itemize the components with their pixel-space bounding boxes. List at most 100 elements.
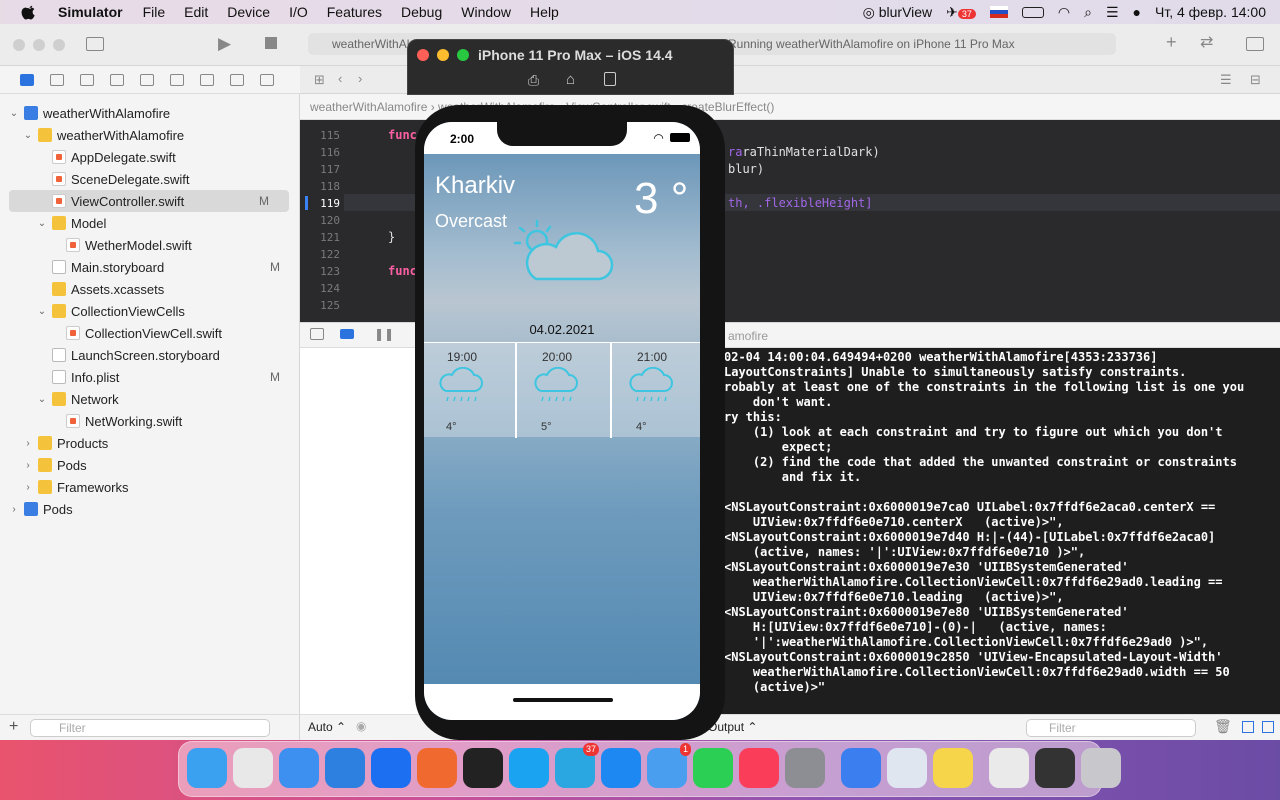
safari-icon[interactable]: [279, 748, 319, 788]
finder-icon[interactable]: [187, 748, 227, 788]
debug-navigator-icon[interactable]: [200, 73, 214, 86]
menu-edit[interactable]: Edit: [184, 4, 208, 20]
disclosure-chevron-icon[interactable]: ⌄: [36, 306, 48, 317]
wifi-icon[interactable]: ◠: [1058, 4, 1070, 21]
navigator-row[interactable]: ⌄ weatherWithAlamofire: [0, 124, 300, 146]
close-window-button[interactable]: [13, 39, 25, 51]
terminal-icon[interactable]: [463, 748, 503, 788]
navigator-row[interactable]: WetherModel.swift: [0, 234, 300, 256]
menu-device[interactable]: Device: [227, 4, 270, 20]
split-right-icon[interactable]: [1262, 721, 1274, 733]
menubar-clock[interactable]: Чт, 4 февр. 14:00: [1155, 4, 1266, 20]
pencil-app-icon[interactable]: [417, 748, 457, 788]
find-navigator-icon[interactable]: [110, 73, 124, 86]
hourly-cell[interactable]: 20:00 5°: [519, 343, 612, 438]
hourly-cell[interactable]: 21:00 4°: [614, 343, 700, 438]
skype-icon[interactable]: [509, 748, 549, 788]
run-icon[interactable]: ▶: [218, 34, 231, 54]
sim-zoom-button[interactable]: [457, 49, 469, 61]
sim-close-button[interactable]: [417, 49, 429, 61]
menu-debug[interactable]: Debug: [401, 4, 442, 20]
trash-console-icon[interactable]: 🗑: [1214, 718, 1232, 735]
disclosure-chevron-icon[interactable]: ⌄: [36, 218, 48, 229]
code-review-icon[interactable]: ⇄: [1200, 32, 1213, 52]
back-icon[interactable]: ‹: [338, 71, 342, 86]
pause-icon[interactable]: ❚❚: [374, 327, 394, 341]
app-store-icon[interactable]: [601, 748, 641, 788]
zoom-window-button[interactable]: [53, 39, 65, 51]
launchpad-icon[interactable]: [233, 748, 273, 788]
device-screen[interactable]: 2:00 ◠ Kharkiv Overcast 3 ° 04.02.2021 1…: [424, 122, 700, 720]
navigator-row[interactable]: Assets.xcassets: [0, 278, 300, 300]
home-indicator[interactable]: [513, 698, 613, 702]
apple-icon[interactable]: [20, 3, 38, 21]
navigator-row[interactable]: ⌄ Model: [0, 212, 300, 234]
music-icon[interactable]: [739, 748, 779, 788]
facetime-icon[interactable]: [693, 748, 733, 788]
sim-minimize-button[interactable]: [437, 49, 449, 61]
breakpoints-toggle-icon[interactable]: [340, 329, 354, 339]
battery-icon[interactable]: [1021, 6, 1044, 18]
breakpoint-navigator-icon[interactable]: [230, 73, 244, 86]
disclosure-chevron-icon[interactable]: ›: [22, 438, 34, 449]
navigator-row[interactable]: Main.storyboard M: [0, 256, 300, 278]
window-thumb2-icon[interactable]: [1035, 748, 1075, 788]
disclosure-chevron-icon[interactable]: ⌄: [22, 130, 34, 141]
eye-icon[interactable]: ◉: [356, 719, 366, 733]
issue-navigator-icon[interactable]: [140, 73, 154, 86]
hide-debug-area-icon[interactable]: [310, 328, 324, 340]
notes-icon[interactable]: [933, 748, 973, 788]
editor-options-icon[interactable]: ☰: [1220, 72, 1232, 88]
menu-help[interactable]: Help: [530, 4, 559, 20]
auto-scope-select[interactable]: Auto ⌃: [308, 720, 346, 734]
menu-features[interactable]: Features: [327, 4, 382, 20]
trash-icon[interactable]: [1081, 748, 1121, 788]
forward-icon[interactable]: ›: [358, 71, 362, 86]
library-plus-icon[interactable]: +: [1166, 32, 1177, 53]
test-navigator-icon[interactable]: [170, 73, 184, 86]
navigator-row[interactable]: › Pods: [0, 454, 300, 476]
maps-pin-icon[interactable]: [371, 748, 411, 788]
symbol-navigator-icon[interactable]: [80, 73, 94, 86]
spotlight-icon[interactable]: ⌕: [1084, 4, 1092, 21]
sidebar-toggle-icon[interactable]: [86, 37, 104, 51]
hourly-forecast-collection[interactable]: 19:00 4° 20:00 5° 21:00 4°: [424, 342, 700, 438]
screenshot-icon[interactable]: ⎙: [528, 72, 539, 89]
navigator-row[interactable]: AppDelegate.swift: [0, 146, 300, 168]
window-thumb-icon[interactable]: [989, 748, 1029, 788]
siri-icon[interactable]: ●: [1133, 4, 1141, 20]
menu-app-name[interactable]: Simulator: [58, 4, 123, 20]
navigator-row[interactable]: Info.plist M: [0, 366, 300, 388]
grid-icon[interactable]: ⊞: [314, 72, 325, 88]
navigator-row[interactable]: ⌄ CollectionViewCells: [0, 300, 300, 322]
disclosure-chevron-icon[interactable]: ›: [8, 504, 20, 515]
rotate-icon[interactable]: [604, 72, 616, 86]
hourly-cell[interactable]: 19:00 4°: [424, 343, 517, 438]
inspector-toggle-icon[interactable]: [1246, 37, 1264, 51]
home-icon[interactable]: ⌂: [566, 71, 575, 88]
navigator-row[interactable]: ⌄ weatherWithAlamofire: [0, 102, 300, 124]
preview-icon[interactable]: [887, 748, 927, 788]
disclosure-chevron-icon[interactable]: ›: [22, 460, 34, 471]
mail-icon[interactable]: 1: [647, 743, 691, 788]
source-control-icon[interactable]: [50, 73, 64, 86]
simulator-icon[interactable]: [841, 748, 881, 788]
navigator-row[interactable]: CollectionViewCell.swift: [0, 322, 300, 344]
telegram-status-icon[interactable]: ✈ 37: [946, 4, 976, 21]
minimize-window-button[interactable]: [33, 39, 45, 51]
navigator-filter-input[interactable]: Filter: [30, 719, 270, 737]
control-center-icon[interactable]: ☰: [1106, 4, 1119, 21]
navigator-row[interactable]: LaunchScreen.storyboard: [0, 344, 300, 366]
disclosure-chevron-icon[interactable]: ⌄: [36, 394, 48, 405]
navigator-row[interactable]: NetWorking.swift: [0, 410, 300, 432]
split-left-icon[interactable]: [1242, 721, 1254, 733]
menu-window[interactable]: Window: [461, 4, 511, 20]
status-app-item[interactable]: ◎ blurView: [863, 4, 933, 21]
menu-io[interactable]: I/O: [289, 4, 308, 20]
navigator-row[interactable]: › Pods: [0, 498, 300, 520]
input-source-flag-icon[interactable]: [989, 6, 1008, 18]
add-editor-icon[interactable]: ⊟: [1250, 72, 1261, 88]
add-file-icon[interactable]: +: [9, 718, 18, 736]
stop-icon[interactable]: [265, 37, 277, 49]
console-output[interactable]: 02-04 14:00:04.649494+0200 weatherWithAl…: [710, 348, 1280, 714]
